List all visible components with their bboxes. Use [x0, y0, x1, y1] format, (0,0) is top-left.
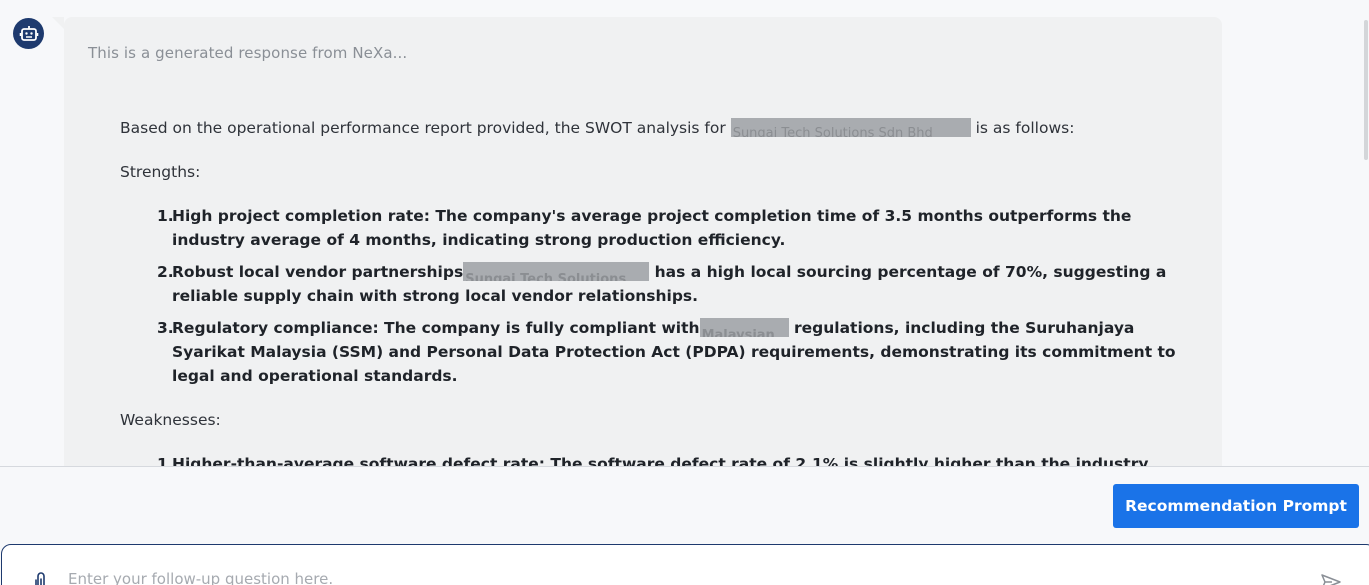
list-item-text: Robust local vendor partnerships — [172, 263, 464, 281]
redacted-company-name: Sungai Tech Solutions — [463, 262, 650, 281]
list-item: 3. Regulatory compliance: The company is… — [157, 316, 1180, 388]
list-item-text: High project completion rate: The compan… — [172, 207, 1132, 249]
list-number: 3. — [157, 319, 174, 337]
weaknesses-list: 1. Higher-than-average software defect r… — [157, 452, 1180, 467]
intro-text: Based on the operational performance rep… — [120, 118, 1180, 138]
divider — [0, 466, 1369, 467]
list-item: 2. Robust local vendor partnerships Sunga… — [157, 260, 1180, 308]
redacted-text: Sungai Tech Solutions — [465, 272, 627, 281]
list-number: 1. — [157, 207, 174, 225]
response-body: Based on the operational performance rep… — [120, 118, 1180, 467]
redacted-text: Malaysian — [701, 328, 775, 337]
intro-before: Based on the operational performance rep… — [120, 119, 726, 137]
bubble-tail — [52, 17, 64, 29]
weaknesses-heading: Weaknesses: — [120, 411, 221, 429]
list-number: 1. — [157, 455, 174, 467]
list-number: 2. — [157, 263, 174, 281]
intro-after: is as follows: — [975, 119, 1075, 137]
robot-icon — [13, 18, 44, 49]
recommendation-prompt-button[interactable]: Recommendation Prompt — [1113, 484, 1359, 528]
redacted-country: Malaysian — [699, 318, 789, 337]
redacted-text: Sungai Tech Solutions Sdn Bhd — [732, 126, 933, 137]
list-item: 1. High project completion rate: The com… — [157, 204, 1180, 252]
scrollbar-thumb[interactable] — [1364, 20, 1368, 160]
send-icon[interactable] — [1320, 573, 1342, 585]
strengths-list: 1. High project completion rate: The com… — [157, 204, 1180, 388]
redacted-company-name: Sungai Tech Solutions Sdn Bhd — [730, 118, 971, 137]
follow-up-composer — [1, 544, 1369, 585]
strengths-heading: Strengths: — [120, 163, 201, 181]
paperclip-icon[interactable] — [32, 571, 48, 585]
list-item: 1. Higher-than-average software defect r… — [157, 452, 1180, 467]
chat-area[interactable]: This is a generated response from NeXa..… — [0, 0, 1369, 467]
chat-scrollbar[interactable] — [1363, 0, 1369, 467]
follow-up-input[interactable] — [68, 567, 1268, 585]
generated-note: This is a generated response from NeXa..… — [88, 44, 408, 62]
list-item-text: Regulatory compliance: The company is fu… — [172, 319, 700, 337]
